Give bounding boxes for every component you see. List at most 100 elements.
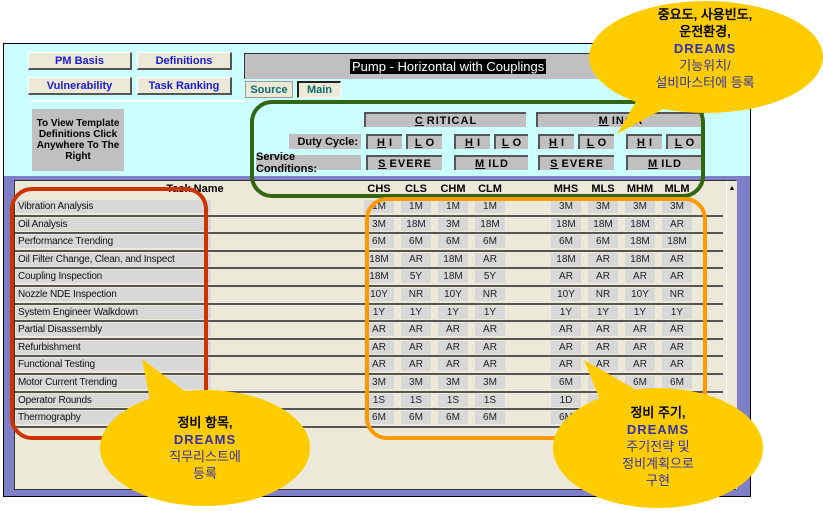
- table-row[interactable]: Refurbishment AR AR AR AR AR AR AR AR: [15, 340, 723, 358]
- minor-severe-button[interactable]: S EVERE: [538, 155, 614, 170]
- interval-cell-chs[interactable]: 6M: [364, 235, 394, 249]
- task-name-cell[interactable]: Nozzle NDE Inspection: [16, 288, 211, 301]
- interval-cell-chm[interactable]: AR: [438, 323, 468, 337]
- interval-cell-mhm[interactable]: 18M: [625, 235, 655, 249]
- interval-cell-mlm[interactable]: 18M: [662, 235, 692, 249]
- interval-cell-mlm[interactable]: AR: [662, 217, 692, 231]
- interval-cell-clm[interactable]: 5Y: [475, 270, 505, 284]
- critical-mild-hi-button[interactable]: HI: [454, 134, 490, 149]
- interval-cell-mlm[interactable]: AR: [662, 270, 692, 284]
- interval-cell-clm[interactable]: AR: [475, 340, 505, 354]
- interval-cell-mls[interactable]: 3M: [588, 200, 618, 213]
- interval-cell-cls[interactable]: 6M: [401, 235, 431, 249]
- table-row[interactable]: System Engineer Walkdown 1Y 1Y 1Y 1Y 1Y 1Y 1Y 1Y: [15, 305, 723, 323]
- interval-cell-chm[interactable]: 6M: [438, 235, 468, 249]
- critical-button[interactable]: C RITICAL: [364, 112, 526, 127]
- minor-severe-hi-button[interactable]: HI: [538, 134, 574, 149]
- interval-cell-cls[interactable]: 6M: [401, 411, 431, 425]
- interval-cell-mls[interactable]: AR: [588, 270, 618, 284]
- interval-cell-mhs[interactable]: 18M: [551, 217, 581, 231]
- minor-mild-lo-button[interactable]: LO: [666, 134, 702, 149]
- table-row[interactable]: Nozzle NDE Inspection 10Y NR 10Y NR 10Y NR 10Y N…: [15, 287, 723, 305]
- interval-cell-mhm[interactable]: AR: [625, 358, 655, 372]
- interval-cell-mhs[interactable]: 3M: [551, 200, 581, 213]
- interval-cell-mhm[interactable]: 10Y: [625, 288, 655, 301]
- interval-cell-clm[interactable]: 1Y: [475, 305, 505, 319]
- interval-cell-mhs[interactable]: 10Y: [551, 288, 581, 301]
- task-name-cell[interactable]: Functional Testing: [16, 358, 211, 372]
- interval-cell-chs[interactable]: AR: [364, 323, 394, 337]
- interval-cell-clm[interactable]: AR: [475, 252, 505, 266]
- interval-cell-mhs[interactable]: 18M: [551, 252, 581, 266]
- table-row[interactable]: Coupling Inspection 18M 5Y 18M 5Y AR AR AR AR: [15, 269, 723, 287]
- critical-mild-button[interactable]: M ILD: [454, 155, 528, 170]
- interval-cell-chm[interactable]: 3M: [438, 217, 468, 231]
- interval-cell-mhs[interactable]: 6M: [551, 235, 581, 249]
- task-name-cell[interactable]: Oil Filter Change, Clean, and Inspect: [16, 252, 211, 266]
- table-row[interactable]: Oil Analysis 3M 18M 3M 18M 18M 18M 18M AR: [15, 217, 723, 235]
- pm-basis-button[interactable]: PM Basis: [28, 52, 132, 70]
- interval-cell-cls[interactable]: AR: [401, 323, 431, 337]
- interval-cell-mlm[interactable]: 6M: [662, 376, 692, 389]
- interval-cell-chs[interactable]: 1M: [364, 200, 394, 213]
- interval-cell-clm[interactable]: 18M: [475, 217, 505, 231]
- interval-cell-cls[interactable]: NR: [401, 288, 431, 301]
- interval-cell-chm[interactable]: 1Y: [438, 305, 468, 319]
- interval-cell-mls[interactable]: AR: [588, 340, 618, 354]
- interval-cell-chs[interactable]: 3M: [364, 217, 394, 231]
- interval-cell-cls[interactable]: 1Y: [401, 305, 431, 319]
- table-row[interactable]: Motor Current Trending 3M 3M 3M 3M 6M 6M 6M: [15, 375, 723, 393]
- critical-severe-hi-button[interactable]: HI: [366, 134, 402, 149]
- interval-cell-mlm[interactable]: AR: [662, 252, 692, 266]
- minor-mild-hi-button[interactable]: HI: [626, 134, 662, 149]
- interval-cell-chs[interactable]: 18M: [364, 252, 394, 266]
- interval-cell-mhs[interactable]: AR: [551, 340, 581, 354]
- table-row[interactable]: Performance Trending 6M 6M 6M 6M 6M 6M 18M 18M: [15, 234, 723, 252]
- interval-cell-cls[interactable]: 3M: [401, 376, 431, 389]
- definitions-button[interactable]: Definitions: [137, 52, 232, 70]
- interval-cell-mls[interactable]: 6M: [588, 235, 618, 249]
- table-row[interactable]: Vibration Analysis 1M 1M 1M 1M 3M 3M 3M 3M: [15, 199, 723, 217]
- interval-cell-chm[interactable]: 18M: [438, 270, 468, 284]
- interval-cell-mhm[interactable]: 6M: [625, 376, 655, 389]
- interval-cell-mhm[interactable]: 3M: [625, 200, 655, 213]
- task-ranking-button[interactable]: Task Ranking: [137, 77, 232, 95]
- interval-cell-cls[interactable]: AR: [401, 358, 431, 372]
- interval-cell-chm[interactable]: 6M: [438, 411, 468, 425]
- task-name-cell[interactable]: Motor Current Trending: [16, 376, 211, 389]
- minor-severe-lo-button[interactable]: LO: [578, 134, 614, 149]
- interval-cell-chs[interactable]: 10Y: [364, 288, 394, 301]
- interval-cell-chm[interactable]: 1M: [438, 200, 468, 213]
- interval-cell-mlm[interactable]: AR: [662, 340, 692, 354]
- interval-cell-mls[interactable]: 18M: [588, 217, 618, 231]
- task-name-cell[interactable]: Coupling Inspection: [16, 270, 211, 284]
- interval-cell-clm[interactable]: 6M: [475, 411, 505, 425]
- interval-cell-chs[interactable]: 18M: [364, 270, 394, 284]
- interval-cell-clm[interactable]: AR: [475, 358, 505, 372]
- critical-severe-lo-button[interactable]: LO: [406, 134, 442, 149]
- task-name-cell[interactable]: Oil Analysis: [16, 217, 211, 231]
- interval-cell-mhs[interactable]: 6M: [551, 376, 581, 389]
- task-name-cell[interactable]: Refurbishment: [16, 340, 211, 354]
- interval-cell-mls[interactable]: 1Y: [588, 305, 618, 319]
- interval-cell-cls[interactable]: AR: [401, 340, 431, 354]
- interval-cell-mls[interactable]: AR: [588, 252, 618, 266]
- interval-cell-chs[interactable]: 1S: [364, 393, 394, 407]
- interval-cell-mlm[interactable]: 3M: [662, 200, 692, 213]
- interval-cell-mhm[interactable]: AR: [625, 270, 655, 284]
- interval-cell-mlm[interactable]: AR: [662, 358, 692, 372]
- task-name-cell[interactable]: Vibration Analysis: [16, 200, 211, 213]
- interval-cell-chm[interactable]: AR: [438, 358, 468, 372]
- minor-button[interactable]: M INOR: [536, 112, 704, 127]
- interval-cell-clm[interactable]: 1M: [475, 200, 505, 213]
- interval-cell-cls[interactable]: 1S: [401, 393, 431, 407]
- interval-cell-cls[interactable]: 5Y: [401, 270, 431, 284]
- interval-cell-mls[interactable]: NR: [588, 288, 618, 301]
- task-name-cell[interactable]: Operator Rounds: [16, 393, 211, 407]
- interval-cell-chs[interactable]: 3M: [364, 376, 394, 389]
- interval-cell-chm[interactable]: 1S: [438, 393, 468, 407]
- interval-cell-chs[interactable]: AR: [364, 358, 394, 372]
- interval-cell-clm[interactable]: 1S: [475, 393, 505, 407]
- critical-mild-lo-button[interactable]: LO: [494, 134, 528, 149]
- interval-cell-chs[interactable]: AR: [364, 340, 394, 354]
